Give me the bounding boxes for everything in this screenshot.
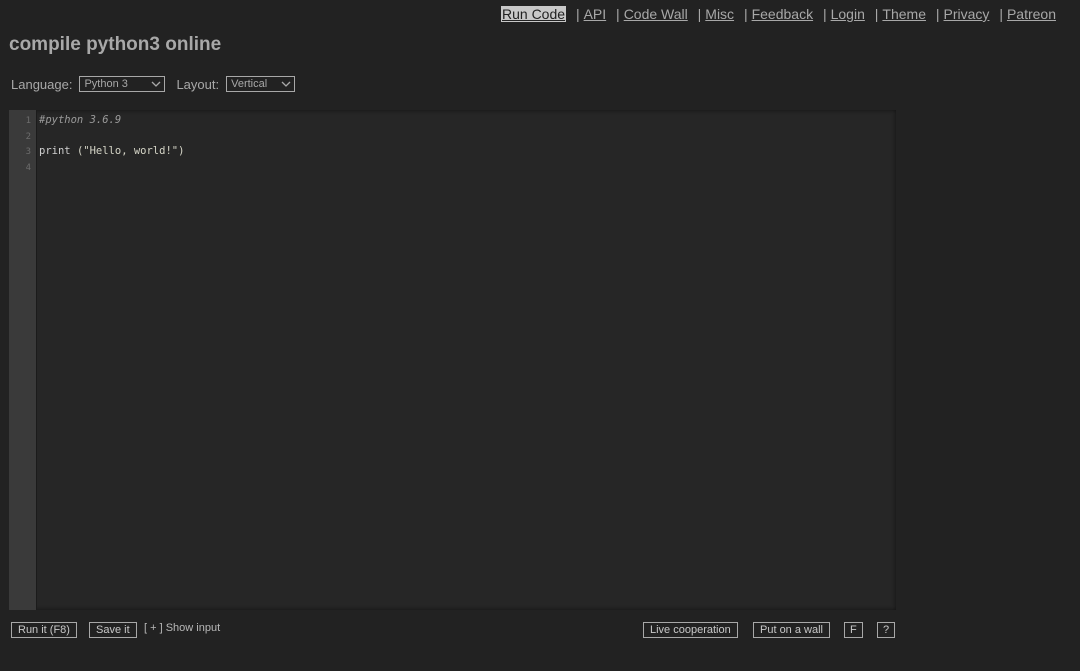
page: Run Code | API | Code Wall | Misc | Feedback… (0, 0, 1080, 671)
fullscreen-button[interactable]: F (844, 622, 863, 638)
code-string: ("Hello, world!") (76, 145, 185, 157)
layout-select[interactable]: Vertical (226, 76, 296, 92)
code-line: print ("Hello, world!") (39, 144, 184, 160)
save-button[interactable]: Save it (89, 622, 137, 638)
layout-select-value: Vertical (231, 78, 268, 90)
nav-separator: | (616, 6, 620, 22)
options-row: Language: Python 3 Layout: Vertical (11, 76, 296, 92)
code-area[interactable]: #python 3.6.9 print ("Hello, world!") (39, 113, 184, 175)
nav-separator: | (822, 6, 827, 22)
line-number: 1 (25, 116, 31, 126)
page-title: compile python3 online (9, 34, 222, 55)
nav-privacy[interactable]: Privacy (944, 6, 990, 22)
code-editor[interactable]: 1 2 3 4 #python 3.6.9 print ("Hello, wor… (9, 110, 896, 610)
chevron-down-icon (281, 81, 291, 87)
line-number: 3 (25, 147, 31, 157)
nav-separator: | (935, 6, 940, 22)
layout-label: Layout: (176, 76, 220, 92)
nav-separator: | (999, 6, 1003, 22)
nav-patreon[interactable]: Patreon (1007, 6, 1056, 22)
language-select[interactable]: Python 3 (79, 76, 166, 92)
nav-separator: | (874, 6, 879, 22)
code-keyword: print (39, 145, 77, 157)
line-number: 2 (25, 131, 31, 142)
line-number: 4 (25, 162, 31, 173)
nav-code-wall[interactable]: Code Wall (624, 6, 688, 22)
nav-separator: | (697, 6, 702, 22)
nav-separator: | (743, 6, 748, 22)
line-number-gutter: 1 2 3 4 (9, 110, 37, 610)
show-input-toggle[interactable]: [ + ] Show input (144, 622, 220, 634)
nav-run-code[interactable]: Run Code (501, 6, 567, 22)
code-comment: #python 3.6.9 (39, 114, 122, 126)
language-select-value: Python 3 (84, 78, 128, 90)
nav-misc[interactable]: Misc (705, 6, 734, 22)
nav-feedback[interactable]: Feedback (752, 6, 813, 22)
nav-theme[interactable]: Theme (882, 6, 926, 22)
chevron-down-icon (151, 81, 161, 87)
nav-api[interactable]: API (584, 6, 607, 22)
live-cooperation-button[interactable]: Live cooperation (643, 622, 738, 638)
help-button[interactable]: ? (877, 622, 896, 638)
language-label: Language: (11, 76, 73, 92)
run-button[interactable]: Run it (F8) (11, 622, 77, 638)
nav-login[interactable]: Login (831, 6, 865, 22)
put-on-wall-button[interactable]: Put on a wall (753, 622, 830, 638)
code-line: #python 3.6.9 (39, 113, 184, 129)
top-nav: Run Code | API | Code Wall | Misc | Feedback… (501, 6, 1056, 22)
nav-separator: | (575, 6, 580, 22)
